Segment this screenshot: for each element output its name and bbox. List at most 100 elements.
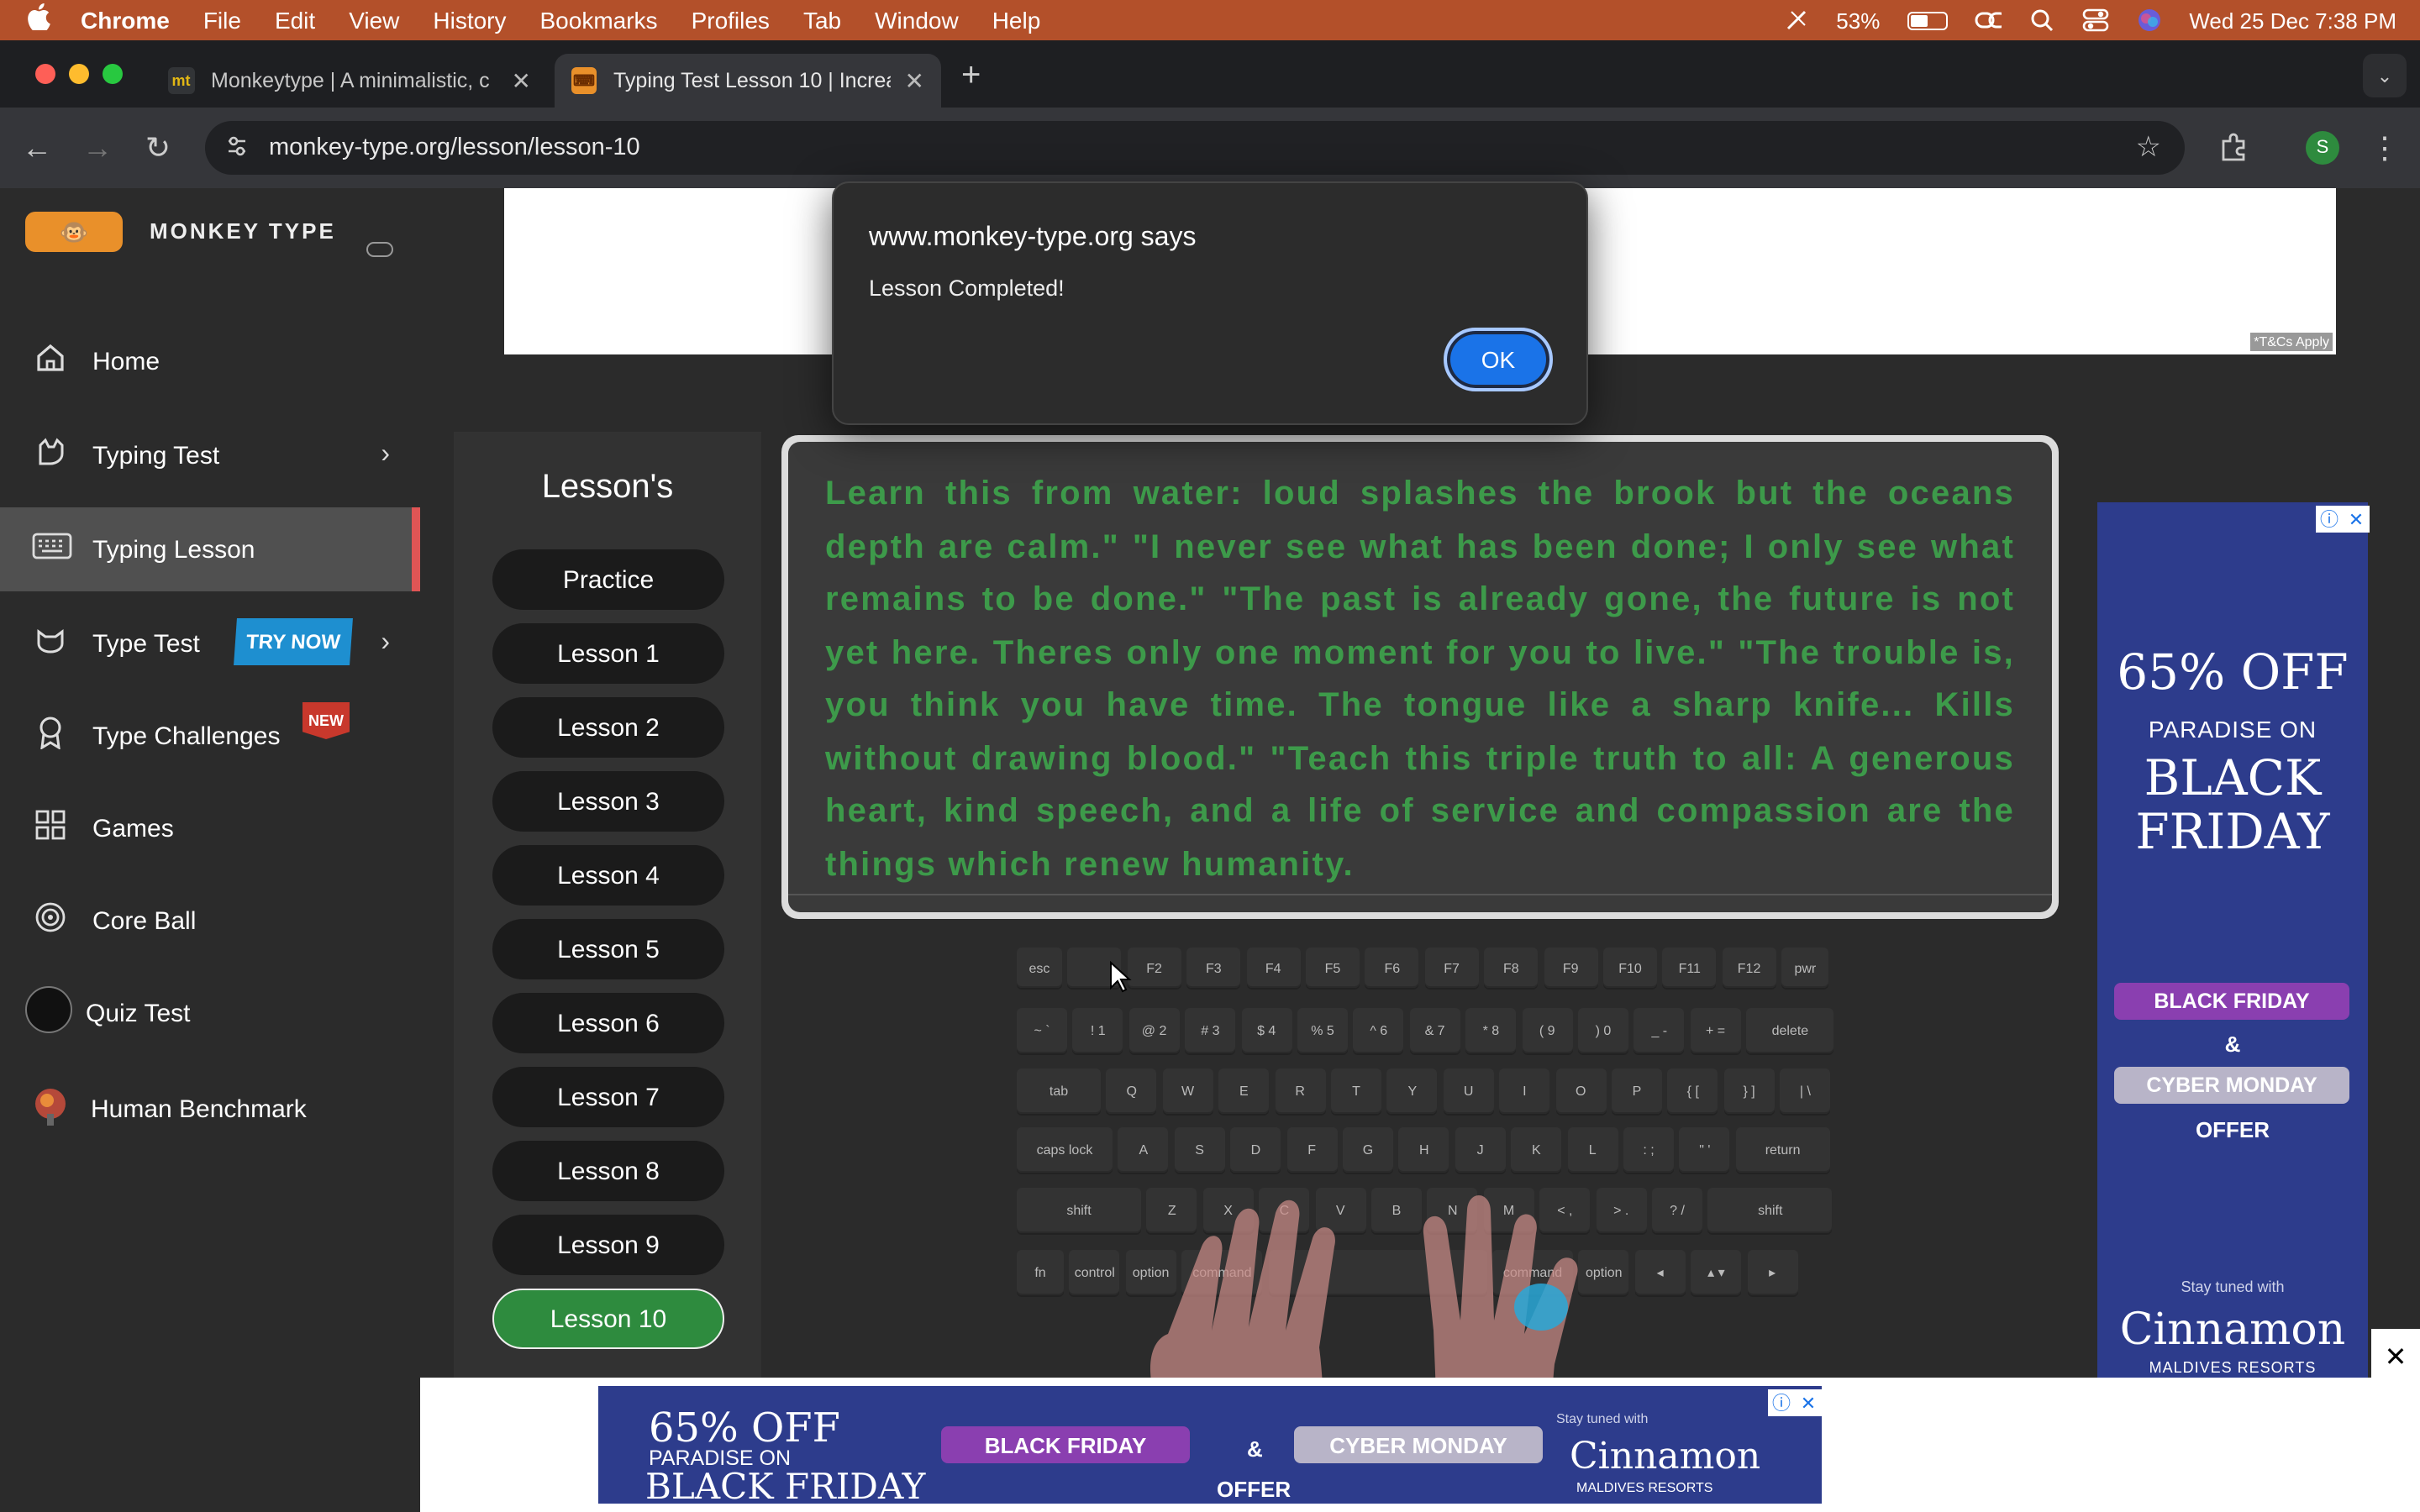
menu-bookmarks[interactable]: Bookmarks [540,7,658,34]
tab-monkeytype[interactable]: mt Monkeytype | A minimalistic, c ✕ [151,54,548,108]
keyboard-key: delete [1746,1008,1834,1053]
keyboard-key: $ 4 [1241,1008,1292,1053]
chevron-right-icon[interactable]: › [381,440,390,470]
minimize-window-button[interactable] [69,64,89,84]
right-ad-banner[interactable]: ⓘ ✕ 65% OFF PARADISE ON BLACK FRIDAY BLA… [2097,502,2370,1378]
zoom-window-button[interactable] [103,64,123,84]
keyboard-key: F9 [1544,948,1598,988]
keyboard-key: F10 [1603,948,1657,988]
macos-menu-bar: Chrome File Edit View History Bookmarks … [0,0,2420,40]
sidebar-item-quiz-test[interactable]: Quiz Test [0,971,420,1055]
keyboard-key: % 5 [1297,1008,1348,1053]
sidebar-item-label: Human Benchmark [91,1095,307,1123]
ad-info-icon[interactable]: ⓘ [1768,1389,1795,1416]
cat-icon [32,436,69,475]
sidebar-item-type-test[interactable]: Type Test TRY NOW › [0,601,420,685]
menu-history[interactable]: History [433,7,506,34]
lesson-button[interactable]: Lesson 8 [492,1141,724,1201]
keyboard-key: Q [1106,1068,1157,1114]
lesson-button[interactable]: Lesson 2 [492,697,724,758]
sidebar-item-label: Games [92,814,174,843]
url-text[interactable]: monkey-type.org/lesson/lesson-10 [269,134,640,161]
pen-slash-icon[interactable] [1782,7,1809,34]
ad-brand-logo: Cinnamon [2119,1305,2346,1356]
site-info-icon[interactable] [225,134,252,161]
tab-search-chevron-icon[interactable]: ⌄ [2363,54,2407,97]
keyboard-key: return [1735,1127,1830,1173]
battery-icon[interactable] [1907,11,1948,29]
close-window-button[interactable] [35,64,55,84]
menu-window[interactable]: Window [875,7,959,34]
chevron-right-icon[interactable]: › [381,628,390,659]
ad-close-icon[interactable]: ✕ [2343,506,2370,533]
lesson-button[interactable]: Lesson 9 [492,1215,724,1275]
typing-text: Learn this from water: loud splashes the… [825,475,2015,883]
siri-icon[interactable] [2135,7,2162,34]
tab-typing-lesson[interactable]: ⌨ Typing Test Lesson 10 | Increa ✕ [555,54,941,108]
forward-arrow-icon[interactable]: → [81,131,114,166]
bookmark-star-icon[interactable]: ☆ [2136,131,2162,165]
keyboard-key: | \ [1780,1068,1831,1114]
browser-toolbar: ← → ↻ monkey-type.org/lesson/lesson-10 ☆… [0,108,2420,188]
keyboard-key: ▸ [1747,1250,1798,1295]
monkey-logo-icon[interactable]: 🐵 [25,212,123,252]
search-icon[interactable] [2028,7,2054,34]
menu-view[interactable]: View [349,7,399,34]
extensions-icon[interactable] [2218,131,2249,170]
keyboard-key: F12 [1722,948,1776,988]
ad-info-icon[interactable]: ⓘ [2316,506,2343,533]
bottom-ad-banner[interactable]: ⓘ ✕ 65% OFF PARADISE ON BLACK FRIDAY BLA… [598,1386,1822,1507]
lesson-button[interactable]: Lesson 5 [492,919,724,979]
menu-help[interactable]: Help [992,7,1041,34]
mouse-cursor-icon [1110,961,1132,993]
brand-name[interactable]: MONKEY TYPE [150,218,336,244]
menu-edit[interactable]: Edit [275,7,315,34]
ok-button[interactable]: OK [1444,328,1553,391]
try-now-badge[interactable]: TRY NOW [234,618,353,665]
ad-headline: 65% OFF [649,1404,840,1452]
sidebar-item-typing-lesson[interactable]: Typing Lesson [0,507,420,591]
ad-pill-black-friday: BLACK FRIDAY [2114,983,2349,1020]
menu-file[interactable]: File [203,7,241,34]
keyboard-key: F8 [1484,948,1539,988]
sidebar-item-core-ball[interactable]: Core Ball [0,879,420,963]
sidebar-item-games[interactable]: Games [0,786,420,870]
keyboard-key: Y [1386,1068,1438,1114]
lesson-button[interactable]: Lesson 6 [492,993,724,1053]
address-bar[interactable]: monkey-type.org/lesson/lesson-10 ☆ [205,121,2185,175]
close-tab-icon[interactable]: ✕ [905,66,924,95]
typing-text-box[interactable]: Learn this from water: loud splashes the… [781,435,2059,919]
close-tab-icon[interactable]: ✕ [512,66,531,95]
chrome-menu-icon[interactable]: ⋮ [2370,131,2400,166]
control-center-icon[interactable] [2081,7,2108,34]
home-icon [32,342,69,381]
menu-tab[interactable]: Tab [803,7,841,34]
new-tab-icon[interactable]: + [961,57,981,96]
menu-profiles[interactable]: Profiles [692,7,770,34]
ad-ampersand: & [1247,1436,1263,1462]
sidebar-item-human-benchmark[interactable]: Human Benchmark [0,1067,420,1151]
link-icon[interactable] [1974,7,2002,34]
keyboard-key: tab [1017,1068,1101,1114]
ad-brand-sub: MALDIVES RESORTS [1576,1480,1713,1495]
profile-avatar[interactable]: S [2306,131,2339,165]
theme-toggle-icon[interactable] [366,242,393,257]
keyboard-key: ~ ` [1017,1008,1067,1053]
lesson-button[interactable]: Lesson 4 [492,845,724,906]
sidebar-item-type-challenges[interactable]: Type Challenges NEW [0,694,420,778]
reload-icon[interactable]: ↻ [141,131,175,166]
lesson-button[interactable]: Lesson 1 [492,623,724,684]
ad-close-icon[interactable]: ✕ [1795,1389,1822,1416]
menu-chrome[interactable]: Chrome [81,7,170,34]
lesson-button[interactable]: Practice [492,549,724,610]
lesson-button[interactable]: Lesson 10 [492,1289,724,1349]
sidebar-item-home[interactable]: Home [0,319,420,403]
apple-icon[interactable] [27,3,57,38]
clock[interactable]: Wed 25 Dec 7:38 PM [2189,8,2396,33]
sidebar-item-typing-test[interactable]: Typing Test › [0,413,420,497]
keyboard-key: ! 1 [1072,1008,1123,1053]
back-arrow-icon[interactable]: ← [20,131,54,166]
lesson-button[interactable]: Lesson 7 [492,1067,724,1127]
monkeytype-favicon-icon: mt [168,67,195,94]
lesson-button[interactable]: Lesson 3 [492,771,724,832]
